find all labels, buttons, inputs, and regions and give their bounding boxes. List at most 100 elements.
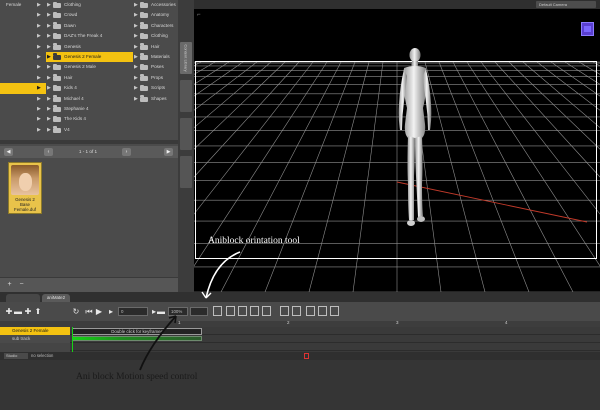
library-folder-item[interactable]: ▶ Stephanie 4: [46, 104, 133, 114]
library-folder-item[interactable]: ▶: [0, 104, 46, 114]
library-folder-item[interactable]: ▶ Clothing: [133, 31, 178, 41]
aniblock-tool-icon[interactable]: [238, 306, 247, 316]
current-frame-marker[interactable]: [304, 353, 309, 359]
library-folder-item[interactable]: ▶: [0, 114, 46, 124]
expand-arrow-icon[interactable]: ▶: [37, 73, 41, 83]
library-folder-item[interactable]: ▶: [0, 31, 46, 41]
library-folder-item[interactable]: ▶ Genesis 2 Male: [46, 62, 133, 72]
aniblock-orientation-icon[interactable]: [213, 306, 222, 316]
expand-arrow-icon[interactable]: ▶: [47, 104, 51, 114]
expand-arrow-icon[interactable]: ▶: [47, 83, 51, 93]
expand-arrow-icon[interactable]: ▶: [37, 10, 41, 20]
aniblock-tool-icon[interactable]: [226, 306, 235, 316]
library-folder-item[interactable]: ▶ Female: [0, 0, 46, 10]
library-folder-item[interactable]: ▶ Scripts: [133, 83, 178, 93]
library-folder-item[interactable]: ▶ Accessories: [133, 0, 178, 10]
track-label-3[interactable]: [0, 343, 70, 352]
expand-arrow-icon[interactable]: ▶: [134, 94, 138, 104]
library-folder-item[interactable]: ▶: [0, 42, 46, 52]
frame-field[interactable]: 0: [118, 307, 148, 316]
library-folder-item[interactable]: ▶: [0, 73, 46, 83]
library-folder-item[interactable]: ▶ The Kids 4: [46, 114, 133, 124]
expand-arrow-icon[interactable]: ▶: [37, 52, 41, 62]
expand-arrow-icon[interactable]: ▶: [134, 83, 138, 93]
aniblock-tool-icon[interactable]: [330, 306, 339, 316]
remove-icon[interactable]: −: [17, 281, 26, 289]
library-folder-item[interactable]: ▶: [0, 94, 46, 104]
tab-animate2[interactable]: aniMate2: [42, 294, 70, 302]
loop-icon[interactable]: ↻: [72, 306, 80, 317]
aniblock-motion-bar[interactable]: [72, 336, 202, 341]
side-tab-3[interactable]: [180, 118, 192, 150]
expand-arrow-icon[interactable]: ▶: [37, 94, 41, 104]
expand-arrow-icon[interactable]: ▶: [47, 73, 51, 83]
asset-thumbnail-genesis2-base-female[interactable]: Genesis 2 Base Female.duf: [8, 162, 42, 214]
speed-control-field[interactable]: 100%: [168, 307, 188, 316]
track-label-sub-track[interactable]: sub track: [0, 335, 70, 343]
library-folder-item[interactable]: ▶ Genesis: [46, 42, 133, 52]
back-button[interactable]: ◀: [4, 148, 13, 156]
aniblock-tool-icon[interactable]: [250, 306, 259, 316]
expand-arrow-icon[interactable]: ▶: [37, 42, 41, 52]
tab-timeline[interactable]: [6, 294, 40, 302]
library-folder-item[interactable]: ▶ Crowd: [46, 10, 133, 20]
expand-arrow-icon[interactable]: ▶: [134, 42, 138, 52]
expand-arrow-icon[interactable]: ▶: [134, 21, 138, 31]
expand-arrow-icon[interactable]: ▶: [47, 0, 51, 10]
step-icon[interactable]: ▸: [107, 306, 115, 317]
expand-arrow-icon[interactable]: ▶: [134, 31, 138, 41]
library-folder-item[interactable]: ▶ Poses: [133, 62, 178, 72]
expand-arrow-icon[interactable]: ▶: [47, 125, 51, 135]
play-icon[interactable]: ▶: [95, 306, 103, 317]
skip-start-icon[interactable]: ⏮: [85, 306, 93, 317]
side-tab-2[interactable]: [180, 80, 192, 112]
expand-arrow-icon[interactable]: ▶: [37, 21, 41, 31]
expand-arrow-icon[interactable]: ▶: [37, 0, 41, 10]
tab-content-library[interactable]: Content Library: [180, 42, 192, 74]
aniblock[interactable]: Double click for keyframes: [72, 328, 202, 335]
expand-arrow-icon[interactable]: ▶: [37, 104, 41, 114]
library-folder-item[interactable]: ▶ Anatomy: [133, 10, 178, 20]
track-label-genesis-2-female[interactable]: Genesis 2 Female: [0, 327, 70, 335]
move-down-icon[interactable]: ⬆: [34, 306, 42, 317]
expand-arrow-icon[interactable]: ▶: [47, 21, 51, 31]
previous-page-button[interactable]: ‹: [44, 148, 53, 156]
aniblock-tool-icon[interactable]: [262, 306, 271, 316]
expand-arrow-icon[interactable]: ▶: [134, 62, 138, 72]
expand-arrow-icon[interactable]: ▶: [134, 10, 138, 20]
speed-minus-icon[interactable]: ▬: [156, 306, 166, 317]
library-folder-item[interactable]: ▶ Shapes: [133, 94, 178, 104]
library-folder-item[interactable]: ▶ Michael 4: [46, 94, 133, 104]
library-folder-item[interactable]: ▶: [0, 62, 46, 72]
3d-viewport[interactable]: Default Camera ⌐: [194, 0, 600, 292]
aniblock-tool-icon[interactable]: [292, 306, 301, 316]
expand-arrow-icon[interactable]: ▶: [37, 125, 41, 135]
genesis-2-female-figure[interactable]: [390, 46, 440, 230]
expand-arrow-icon[interactable]: ▶: [134, 52, 138, 62]
expand-arrow-icon[interactable]: ▶: [134, 73, 138, 83]
library-folder-item[interactable]: ▶ V4: [46, 125, 133, 135]
library-folder-item[interactable]: ▶ Hair: [46, 73, 133, 83]
aniblock-tool-icon[interactable]: [318, 306, 327, 316]
orientation-field[interactable]: [190, 307, 208, 316]
library-folder-item[interactable]: ▶: [0, 83, 46, 94]
library-folder-item[interactable]: ▶ Characters: [133, 21, 178, 31]
library-folder-item[interactable]: ▶ Clothing: [46, 0, 133, 10]
studio-selector[interactable]: Studio: [4, 353, 28, 359]
side-tab-4[interactable]: [180, 156, 192, 188]
aniblock-tool-icon[interactable]: [280, 306, 289, 316]
library-folder-item[interactable]: ▶ Props: [133, 73, 178, 83]
expand-arrow-icon[interactable]: ▶: [47, 114, 51, 124]
library-folder-item[interactable]: ▶ Dawn: [46, 21, 133, 31]
add-track-icon[interactable]: ✚: [5, 306, 13, 317]
expand-arrow-icon[interactable]: ▶: [134, 0, 138, 10]
library-folder-item[interactable]: ▶: [0, 52, 46, 62]
aniblock-tool-icon[interactable]: [306, 306, 315, 316]
expand-arrow-icon[interactable]: ▶: [37, 31, 41, 41]
next-page-button[interactable]: ›: [122, 148, 131, 156]
library-folder-item[interactable]: ▶ Kids 4: [46, 83, 133, 93]
move-up-icon[interactable]: ✚: [24, 306, 32, 317]
library-folder-item[interactable]: ▶ DAZ's The Freak 4: [46, 31, 133, 41]
expand-arrow-icon[interactable]: ▶: [47, 10, 51, 20]
expand-arrow-icon[interactable]: ▶: [47, 42, 51, 52]
